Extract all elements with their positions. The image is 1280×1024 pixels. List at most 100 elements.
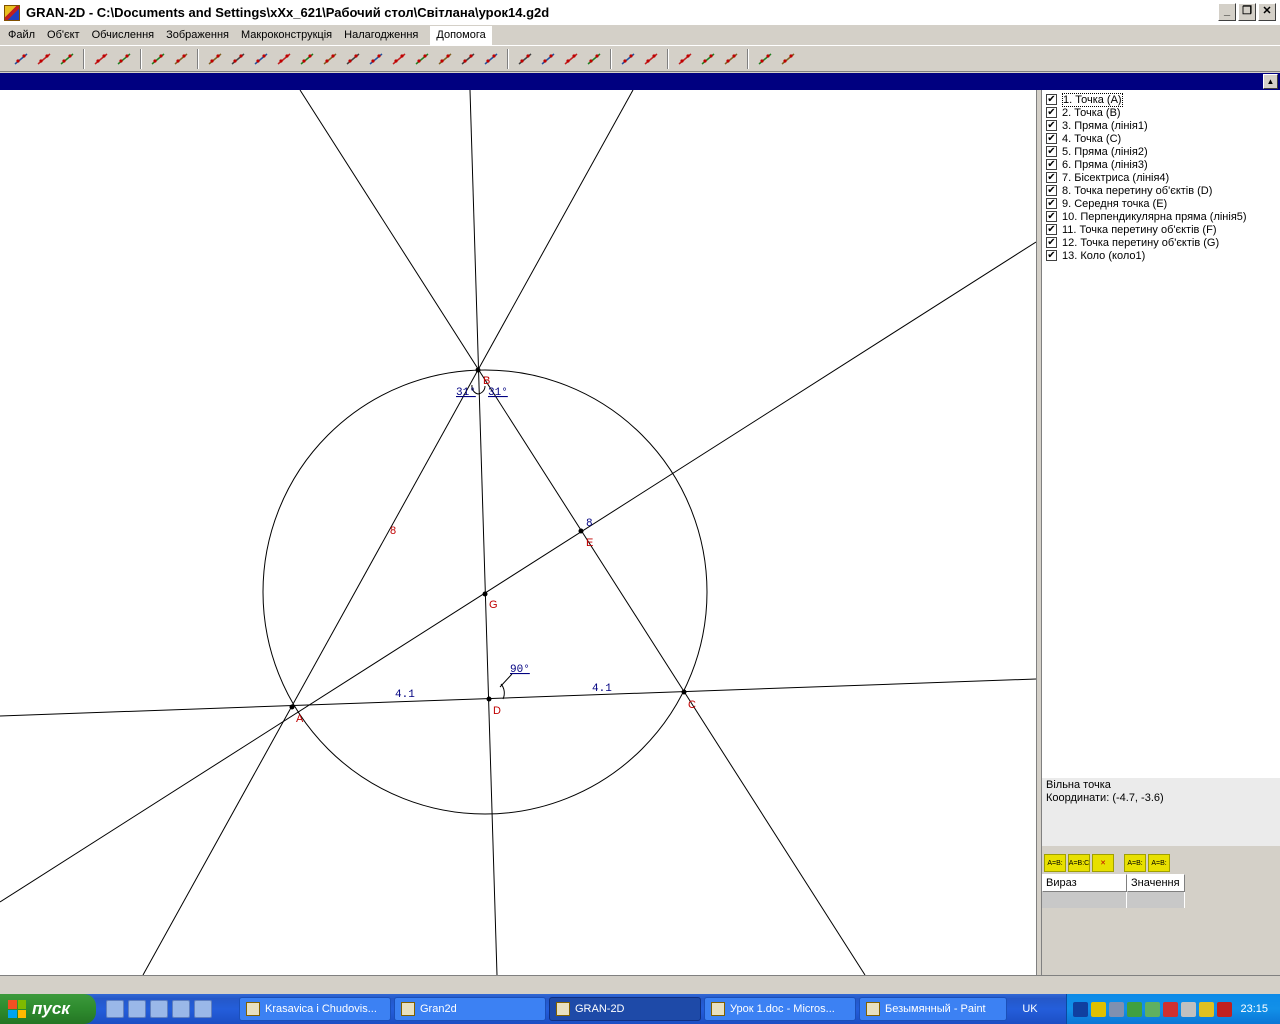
two-points-icon[interactable] <box>227 48 249 70</box>
taskbar-task[interactable]: Krasavica i Chudovis... <box>239 997 391 1021</box>
value-cell[interactable] <box>1127 892 1185 908</box>
tray-app-icon[interactable] <box>1073 1001 1088 1017</box>
intersection-icon[interactable] <box>273 48 295 70</box>
object-item[interactable]: ✔ 6. Пряма (лінія3) <box>1042 158 1280 171</box>
object-item[interactable]: ✔ 5. Пряма (лінія2) <box>1042 145 1280 158</box>
parallel-icon[interactable] <box>319 48 341 70</box>
point-c[interactable] <box>681 689 687 695</box>
macro-edit-icon[interactable] <box>777 48 799 70</box>
macro-run-icon[interactable] <box>754 48 776 70</box>
tray-network-icon[interactable] <box>1109 1001 1124 1017</box>
gears-icon[interactable] <box>113 48 135 70</box>
point-a[interactable] <box>289 704 295 710</box>
measure-icon[interactable] <box>697 48 719 70</box>
zoom-icon[interactable] <box>560 48 582 70</box>
taskbar-task[interactable]: Gran2d <box>394 997 546 1021</box>
minimize-button[interactable]: _ <box>1218 3 1236 21</box>
line-ac[interactable] <box>0 678 1036 717</box>
object-item[interactable]: ✔ 11. Точка перетину об'єктів (F) <box>1042 223 1280 236</box>
curve-icon[interactable] <box>480 48 502 70</box>
object-item[interactable]: ✔ 1. Точка (A) <box>1042 92 1280 107</box>
expr-col-header[interactable]: Вираз <box>1042 874 1127 892</box>
disabled-circle-icon[interactable] <box>147 48 169 70</box>
tray-gear-icon[interactable] <box>1127 1001 1142 1017</box>
perpendicular-icon[interactable] <box>342 48 364 70</box>
zoom-fit-icon[interactable] <box>583 48 605 70</box>
tangent-icon[interactable] <box>411 48 433 70</box>
menu-object[interactable]: Об'єкт <box>41 26 86 45</box>
point-b[interactable] <box>475 367 481 373</box>
menu-settings[interactable]: Налагодження <box>338 26 424 45</box>
tray-bolt-icon[interactable] <box>1199 1001 1214 1017</box>
calculator-icon[interactable] <box>674 48 696 70</box>
ruler-icon[interactable] <box>720 48 742 70</box>
rotate-icon[interactable] <box>640 48 662 70</box>
app-icon[interactable] <box>4 4 20 21</box>
visibility-checkbox[interactable]: ✔ <box>1046 211 1057 222</box>
menu-macro[interactable]: Макроконструкція <box>235 26 338 45</box>
tray-opera-icon[interactable] <box>1163 1001 1178 1017</box>
line-ab[interactable] <box>142 90 634 975</box>
object-item[interactable]: ✔ 13. Коло (коло1) <box>1042 249 1280 262</box>
film-icon[interactable] <box>90 48 112 70</box>
geometry-drawing[interactable]: A B C D E G 8 31° 31° 90° 4.1 4.1 8 <box>0 90 1036 975</box>
open-folder-icon[interactable] <box>33 48 55 70</box>
menu-calc[interactable]: Обчислення <box>86 26 161 45</box>
drive-quicklaunch-icon[interactable] <box>128 1000 146 1018</box>
visibility-checkbox[interactable]: ✔ <box>1046 120 1057 131</box>
circle-icon[interactable] <box>434 48 456 70</box>
object-item[interactable]: ✔ 10. Перпендикулярна пряма (лінія5) <box>1042 210 1280 223</box>
object-item[interactable]: ✔ 4. Точка (C) <box>1042 132 1280 145</box>
visibility-checkbox[interactable]: ✔ <box>1046 198 1057 209</box>
object-item[interactable]: ✔ 8. Точка перетину об'єктів (D) <box>1042 184 1280 197</box>
visibility-checkbox[interactable]: ✔ <box>1046 172 1057 183</box>
expr-add-button[interactable]: A=B: <box>1044 854 1066 872</box>
object-item[interactable]: ✔ 12. Точка перетину об'єктів (G) <box>1042 236 1280 249</box>
start-button[interactable]: пуск <box>0 994 96 1024</box>
tray-k-icon[interactable] <box>1217 1001 1232 1017</box>
visibility-checkbox[interactable]: ✔ <box>1046 146 1057 157</box>
point-d[interactable] <box>486 696 492 702</box>
object-item[interactable]: ✔ 3. Пряма (лінія1) <box>1042 119 1280 132</box>
expr-add-multi-button[interactable]: A=B:C <box>1068 854 1090 872</box>
angle-icon[interactable] <box>365 48 387 70</box>
taskbar-task[interactable]: GRAN-2D <box>549 997 701 1021</box>
perpendicular-line[interactable] <box>0 241 1036 903</box>
move-icon[interactable] <box>617 48 639 70</box>
object-item[interactable]: ✔ 2. Точка (B) <box>1042 106 1280 119</box>
menu-file[interactable]: Файл <box>2 26 41 45</box>
taskbar-task[interactable]: Урок 1.doc - Micros... <box>704 997 856 1021</box>
language-indicator[interactable]: UK <box>1015 1003 1045 1015</box>
segment-icon[interactable] <box>296 48 318 70</box>
visibility-checkbox[interactable]: ✔ <box>1046 250 1057 261</box>
zoom-in-icon[interactable] <box>514 48 536 70</box>
tray-volume-icon[interactable] <box>1181 1001 1196 1017</box>
maximize-button[interactable]: ❐ <box>1238 3 1256 21</box>
scroll-up-button[interactable]: ▲ <box>1263 74 1278 89</box>
user-quicklaunch-icon[interactable] <box>172 1000 190 1018</box>
object-item[interactable]: ✔ 7. Бісектриса (лінія4) <box>1042 171 1280 184</box>
visibility-checkbox[interactable]: ✔ <box>1046 133 1057 144</box>
expr-move-up-button[interactable]: A=B: <box>1148 854 1170 872</box>
visibility-checkbox[interactable]: ✔ <box>1046 224 1057 235</box>
menu-view[interactable]: Зображення <box>160 26 235 45</box>
zoom-out-icon[interactable] <box>537 48 559 70</box>
expr-cell[interactable] <box>1042 892 1127 908</box>
taskbar-task[interactable]: Безымянный - Paint <box>859 997 1007 1021</box>
drawing-canvas[interactable]: A B C D E G 8 31° 31° 90° 4.1 4.1 8 <box>0 90 1036 975</box>
new-file-icon[interactable] <box>10 48 32 70</box>
tray-warning-icon[interactable] <box>1091 1001 1106 1017</box>
arc-icon[interactable] <box>457 48 479 70</box>
point-e[interactable] <box>578 528 584 534</box>
close-button[interactable]: ✕ <box>1258 3 1276 21</box>
object-item[interactable]: ✔ 9. Середня точка (E) <box>1042 197 1280 210</box>
bisector-line[interactable] <box>469 90 498 975</box>
save-quicklaunch-icon[interactable] <box>106 1000 124 1018</box>
disk-quicklaunch-icon[interactable] <box>150 1000 168 1018</box>
tray-shield-icon[interactable] <box>1145 1001 1160 1017</box>
visibility-checkbox[interactable]: ✔ <box>1046 94 1057 105</box>
expr-delete-button[interactable]: ✕ <box>1092 854 1114 872</box>
scissors-icon[interactable] <box>170 48 192 70</box>
cross-lines-icon[interactable] <box>250 48 272 70</box>
bisector-icon[interactable] <box>388 48 410 70</box>
